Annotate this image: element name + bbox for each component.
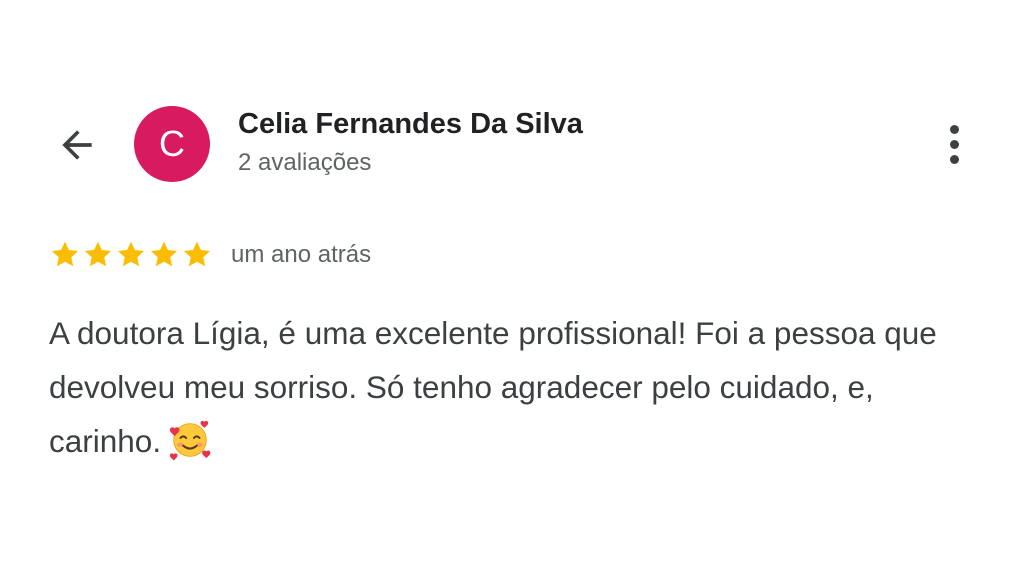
review-text: A doutora Lígia, é uma excelente profiss… <box>49 306 989 468</box>
more-vert-icon <box>949 124 959 134</box>
avatar-letter: C <box>159 123 185 164</box>
back-button[interactable] <box>52 120 102 170</box>
arrow-left-icon <box>62 130 92 160</box>
review-detail-page: C Celia Fernandes Da Silva 2 avaliações … <box>0 0 1024 576</box>
star-icon <box>84 241 112 267</box>
star-icon <box>183 241 211 267</box>
star-rating <box>49 239 213 271</box>
more-vert-icon-dot <box>949 154 959 164</box>
star-icon <box>117 241 145 267</box>
star-icon <box>150 241 178 267</box>
reviewer-name[interactable]: Celia Fernandes Da Silva <box>238 108 583 141</box>
review-time: um ano atrás <box>231 241 372 268</box>
rating-row: um ano atrás <box>49 237 371 273</box>
more-options-button[interactable] <box>934 122 974 166</box>
star-icon <box>51 241 79 267</box>
more-vert-icon-dot <box>949 139 959 149</box>
smiling-face-with-hearts-icon <box>169 420 211 461</box>
review-count: 2 avaliações <box>238 149 372 176</box>
avatar[interactable]: C <box>134 106 210 182</box>
